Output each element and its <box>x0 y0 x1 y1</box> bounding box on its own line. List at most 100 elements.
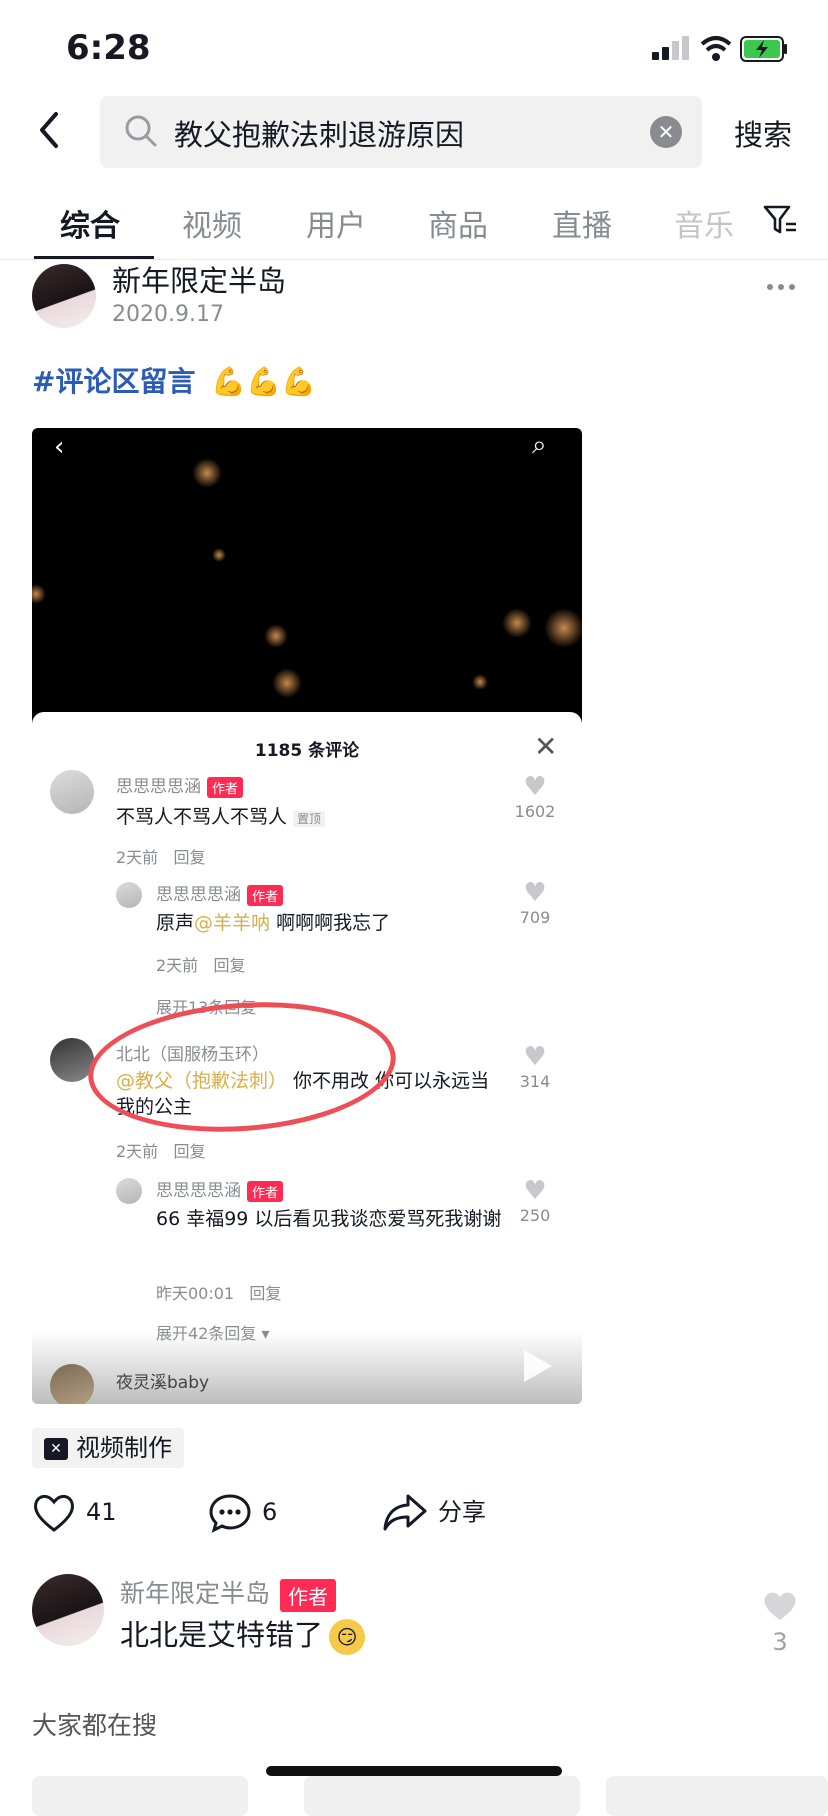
like-count: 314 <box>519 1072 551 1091</box>
comment-body: 啊啊啊我忘了 <box>270 912 391 934</box>
comment-text: 北北是艾特错了 😏 <box>120 1612 366 1655</box>
comment-prefix: 原声 <box>156 912 195 934</box>
post-image[interactable]: ‹ ⌕ 1185 条评论 ✕ 思思思思涵 作者 不骂人不骂人不骂人 置顶 2天前 回… <box>32 428 582 1404</box>
author-badge: 作者 <box>207 776 244 798</box>
reply-link: 回复 <box>173 1142 206 1161</box>
search-query[interactable]: 教父抱歉法刺退游原因 <box>174 112 464 154</box>
share-button[interactable]: 分享 <box>382 1492 486 1534</box>
cellular-signal-icon <box>652 36 689 60</box>
commenter-avatar <box>50 1364 94 1404</box>
capcut-icon: ✕ <box>44 1438 68 1460</box>
comment-like: ♥ 1602 <box>510 772 560 821</box>
back-arrow-icon[interactable] <box>32 108 66 152</box>
post-hashtag[interactable]: #评论区留言 💪💪💪 <box>32 360 316 400</box>
tab-users[interactable]: 用户 <box>306 201 366 245</box>
author-avatar[interactable] <box>32 264 96 328</box>
comment-meta: 昨天00:01 回复 <box>156 1280 281 1304</box>
close-icon: ✕ <box>534 730 558 763</box>
author-badge: 作者 <box>247 1180 284 1202</box>
image-search-icon: ⌕ <box>532 430 547 460</box>
comment-button[interactable]: 6 <box>208 1492 277 1534</box>
author-badge: 作者 <box>280 1578 337 1612</box>
comment-time: 昨天00:01 <box>156 1284 235 1303</box>
search-button[interactable]: 搜索 <box>734 112 792 154</box>
pinned-badge: 置顶 <box>293 811 326 827</box>
comment-like-button[interactable]: 3 <box>756 1590 804 1656</box>
reply-link: 回复 <box>213 956 246 975</box>
tab-live[interactable]: 直播 <box>552 201 612 245</box>
video-maker-badge[interactable]: ✕ 视频制作 <box>32 1428 184 1468</box>
search-input[interactable]: 教父抱歉法刺退游原因 ✕ <box>100 96 702 168</box>
more-options-icon[interactable] <box>766 282 796 292</box>
author-badge: 作者 <box>247 884 284 906</box>
comment-like-count: 3 <box>772 1628 788 1656</box>
commenter-name-text: 思思思思涵 <box>156 1181 241 1201</box>
like-count: 1602 <box>514 802 556 821</box>
hashtag-text[interactable]: #评论区留言 <box>32 365 195 398</box>
filter-icon[interactable] <box>762 202 798 238</box>
tab-comprehensive[interactable]: 综合 <box>60 201 120 245</box>
post-date: 2020.9.17 <box>112 302 224 327</box>
play-icon <box>524 1350 552 1382</box>
tab-products[interactable]: 商品 <box>428 201 488 245</box>
comment-meta: 2天前 回复 <box>156 952 245 976</box>
commenter-name: 思思思思涵 作者 <box>116 772 244 798</box>
commenter-avatar <box>116 882 142 908</box>
trending-card[interactable] <box>606 1776 828 1816</box>
like-button[interactable]: 41 <box>32 1492 117 1534</box>
comment-like: ♥ 250 <box>510 1176 560 1225</box>
panel-fade <box>32 1332 582 1404</box>
clear-icon[interactable]: ✕ <box>650 116 682 148</box>
tab-music[interactable]: 音乐 <box>674 201 734 245</box>
image-back-icon: ‹ <box>54 432 65 462</box>
commenter-name-text: 新年限定半岛 <box>120 1579 271 1608</box>
search-icon <box>125 115 157 147</box>
status-time: 6:28 <box>66 28 151 68</box>
reply-link: 回复 <box>249 1284 282 1303</box>
wifi-icon <box>700 36 732 61</box>
commenter-name-text: 思思思思涵 <box>156 885 241 905</box>
commenter-avatar[interactable] <box>32 1574 104 1646</box>
share-arrow-icon <box>383 1494 427 1531</box>
comment-time: 2天前 <box>156 956 199 975</box>
comment-count: 6 <box>262 1498 278 1526</box>
commenter-avatar <box>50 770 94 814</box>
trending-card[interactable] <box>32 1776 248 1816</box>
heart-icon: ♥ <box>523 878 547 908</box>
comment-time: 2天前 <box>116 1142 159 1161</box>
reply-link: 回复 <box>173 848 206 867</box>
commenter-name-text: 思思思思涵 <box>116 777 201 797</box>
post-username[interactable]: 新年限定半岛 <box>112 258 286 300</box>
share-label: 分享 <box>438 1498 486 1526</box>
comment-body: 北北是艾特错了 <box>120 1618 324 1652</box>
heart-outline-icon <box>34 1495 74 1532</box>
search-tabs: 综合 视频 用户 商品 直播 音乐 <box>0 195 828 259</box>
home-indicator <box>266 1766 562 1776</box>
commenter-name: 思思思思涵 作者 <box>156 1176 284 1202</box>
heart-icon <box>764 1592 796 1620</box>
tab-videos[interactable]: 视频 <box>182 201 242 245</box>
comment-like: ♥ 314 <box>510 1042 560 1091</box>
comment-text: 不骂人不骂人不骂人 置顶 <box>116 802 326 829</box>
heart-icon: ♥ <box>523 772 547 802</box>
post-actions: 41 6 分享 <box>32 1492 792 1542</box>
comment-body: 不骂人不骂人不骂人 <box>116 806 288 828</box>
comment-text: 66 幸福99 以后看见我谈恋爱骂死我谢谢 <box>156 1208 502 1230</box>
trending-searches-title: 大家都在搜 <box>32 1711 158 1740</box>
comment-like: ♥ 709 <box>510 878 560 927</box>
like-count: 709 <box>519 908 551 927</box>
comment-text: 原声@羊羊呐 啊啊啊我忘了 <box>156 908 390 935</box>
heart-icon: ♥ <box>523 1176 547 1206</box>
trending-card[interactable] <box>304 1776 580 1816</box>
video-maker-label: 视频制作 <box>76 1434 172 1462</box>
battery-charging-icon <box>740 36 787 62</box>
comment-count: 1185 条评论 <box>254 741 360 761</box>
mention: @羊羊呐 <box>194 912 271 934</box>
comment-bubble-icon <box>209 1494 251 1533</box>
comment-meta: 2天前 回复 <box>116 1138 205 1162</box>
commenter-name[interactable]: 新年限定半岛 作者 <box>120 1574 337 1612</box>
comment-meta: 2天前 回复 <box>116 844 205 868</box>
commenter-name: 思思思思涵 作者 <box>156 880 284 906</box>
like-count: 41 <box>86 1498 117 1526</box>
commenter-avatar <box>116 1178 142 1204</box>
